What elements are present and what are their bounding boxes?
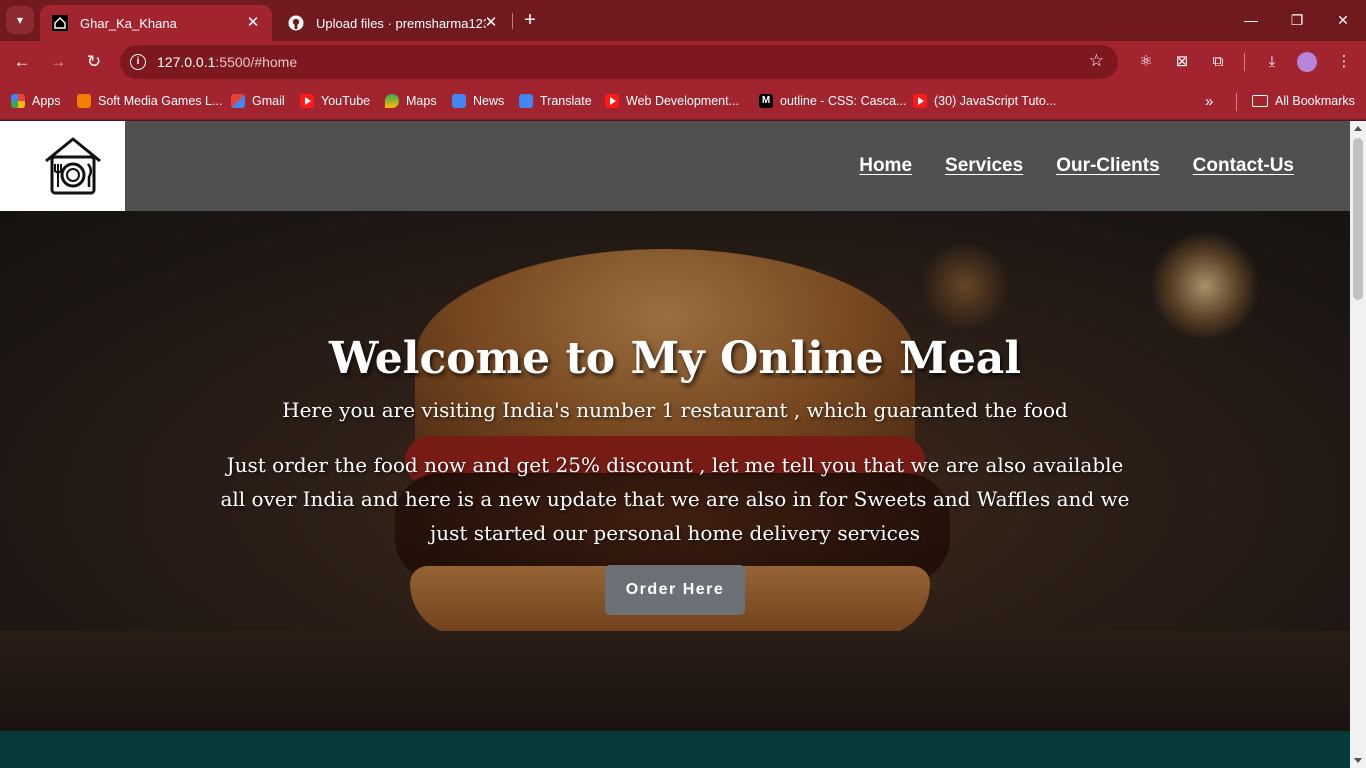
bookmarks-separator xyxy=(1236,93,1237,111)
tab-ghar-ka-khana[interactable]: Ghar_Ka_Khana ✕ xyxy=(40,5,272,41)
profile-avatar[interactable] xyxy=(1297,52,1317,72)
page-scrollbar[interactable] xyxy=(1350,121,1366,768)
toolbar-separator xyxy=(1244,53,1245,71)
news-icon xyxy=(452,94,466,108)
new-tab-plus-icon[interactable]: + xyxy=(518,8,542,32)
site-header: Home Services Our-Clients Contact-Us xyxy=(0,121,1350,211)
all-bookmarks-label: All Bookmarks xyxy=(1275,94,1355,108)
hero-section: Welcome to My Online Meal Here you are v… xyxy=(0,211,1350,731)
bookmark-star-icon[interactable]: ☆ xyxy=(1089,51,1104,71)
site-logo[interactable] xyxy=(0,121,125,211)
gmail-icon xyxy=(231,94,245,108)
house-plate-logo-icon xyxy=(45,137,101,195)
tab-title: Ghar_Ka_Khana xyxy=(80,15,177,31)
overflow-label: » xyxy=(1205,92,1214,110)
scrollbar-thumb[interactable] xyxy=(1353,138,1363,300)
bookmark-label: (30) JavaScript Tuto... xyxy=(934,94,1057,108)
reload-icon[interactable]: ↻ xyxy=(81,49,107,75)
react-devtools-icon[interactable]: ⚛ xyxy=(1134,50,1158,74)
nav-services[interactable]: Services xyxy=(945,155,1023,177)
next-section-strip xyxy=(0,731,1350,768)
site-favicon-icon xyxy=(52,15,68,31)
order-here-button[interactable]: Order Here xyxy=(605,565,745,615)
extension-box-icon[interactable]: ⊠ xyxy=(1170,50,1194,74)
minimize-icon[interactable]: — xyxy=(1228,6,1274,34)
bookmark-label: Gmail xyxy=(252,94,285,108)
bookmark-gmail[interactable]: Gmail xyxy=(231,92,285,110)
tab-strip: ▾ Ghar_Ka_Khana ✕ Upload files · premsha… xyxy=(0,0,1366,41)
close-tab-icon[interactable]: ✕ xyxy=(482,14,500,32)
nav-contact-us[interactable]: Contact-Us xyxy=(1193,155,1294,177)
maps-icon xyxy=(385,94,399,108)
nav-our-clients[interactable]: Our-Clients xyxy=(1056,155,1159,177)
youtube-icon xyxy=(605,94,619,108)
restore-icon[interactable]: ❐ xyxy=(1274,6,1320,34)
site-info-icon[interactable]: i xyxy=(130,54,146,70)
bookmark-youtube[interactable]: YouTube xyxy=(300,92,370,110)
bookmark-maps[interactable]: Maps xyxy=(385,92,437,110)
close-tab-icon[interactable]: ✕ xyxy=(244,14,262,32)
hero-subtitle: Here you are visiting India's number 1 r… xyxy=(282,398,1068,422)
tab-upload-files[interactable]: Upload files · premsharma1231/ ✕ xyxy=(276,5,510,41)
bookmark-label: Web Development... xyxy=(626,94,740,108)
all-bookmarks[interactable]: All Bookmarks xyxy=(1252,92,1355,110)
address-bar[interactable]: i 127.0.0.1:5500/#home ☆ xyxy=(120,45,1118,79)
bookmark-label: outline - CSS: Casca... xyxy=(780,94,907,108)
scroll-down-arrow-icon[interactable] xyxy=(1354,758,1362,763)
bookmark-label: Translate xyxy=(540,94,592,108)
apps-grid-icon xyxy=(11,94,25,108)
bookmark-translate[interactable]: Translate xyxy=(519,92,592,110)
bookmark-news[interactable]: News xyxy=(452,92,504,110)
bookmark-javascript-tutorial[interactable]: (30) JavaScript Tuto... xyxy=(913,92,1056,110)
bookmark-label: News xyxy=(473,94,505,108)
hero-title: Welcome to My Online Meal xyxy=(328,333,1022,384)
tab-search-chevron-icon[interactable]: ▾ xyxy=(6,6,34,34)
bookmarks-bar: Apps Soft Media Games L... Gmail YouTube… xyxy=(0,83,1366,120)
bookmark-outline-css[interactable]: M outline - CSS: Casca... xyxy=(759,92,906,110)
mdn-icon: M xyxy=(759,94,773,108)
blogger-icon xyxy=(77,94,91,108)
folder-icon xyxy=(1252,95,1268,107)
youtube-icon xyxy=(300,94,314,108)
main-nav: Home Services Our-Clients Contact-Us xyxy=(859,155,1294,177)
menu-kebab-icon[interactable]: ⋮ xyxy=(1332,50,1356,74)
extensions-puzzle-icon[interactable]: ⧉ xyxy=(1206,50,1230,74)
youtube-icon xyxy=(913,94,927,108)
close-window-icon[interactable]: ✕ xyxy=(1320,6,1366,34)
bookmark-label: Soft Media Games L... xyxy=(98,94,223,108)
bookmark-soft-media[interactable]: Soft Media Games L... xyxy=(77,92,222,110)
url-text: 127.0.0.1:5500/#home xyxy=(157,54,298,70)
tab-separator xyxy=(512,13,513,29)
browser-toolbar: ← → ↻ i 127.0.0.1:5500/#home ☆ ⚛ ⊠ ⧉ ⤓ ⋮ xyxy=(0,41,1366,83)
scroll-up-arrow-icon[interactable] xyxy=(1354,126,1362,131)
github-icon xyxy=(288,15,304,31)
bookmark-label: Maps xyxy=(406,94,437,108)
back-arrow-icon[interactable]: ← xyxy=(9,49,35,75)
hero-description: Just order the food now and get 25% disc… xyxy=(220,453,1130,545)
bookmark-label: YouTube xyxy=(321,94,371,108)
nav-home[interactable]: Home xyxy=(859,155,912,177)
page-viewport: Home Services Our-Clients Contact-Us Wel… xyxy=(0,121,1350,768)
bookmarks-overflow-icon[interactable]: » xyxy=(1205,92,1213,110)
bookmark-apps[interactable]: Apps xyxy=(11,92,61,110)
bookmark-label: Apps xyxy=(32,94,61,108)
translate-icon xyxy=(519,94,533,108)
forward-arrow-icon[interactable]: → xyxy=(45,49,71,75)
tab-title: Upload files · premsharma1231/ xyxy=(316,15,486,31)
download-icon[interactable]: ⤓ xyxy=(1260,50,1284,74)
bookmark-web-development[interactable]: Web Development... xyxy=(605,92,739,110)
